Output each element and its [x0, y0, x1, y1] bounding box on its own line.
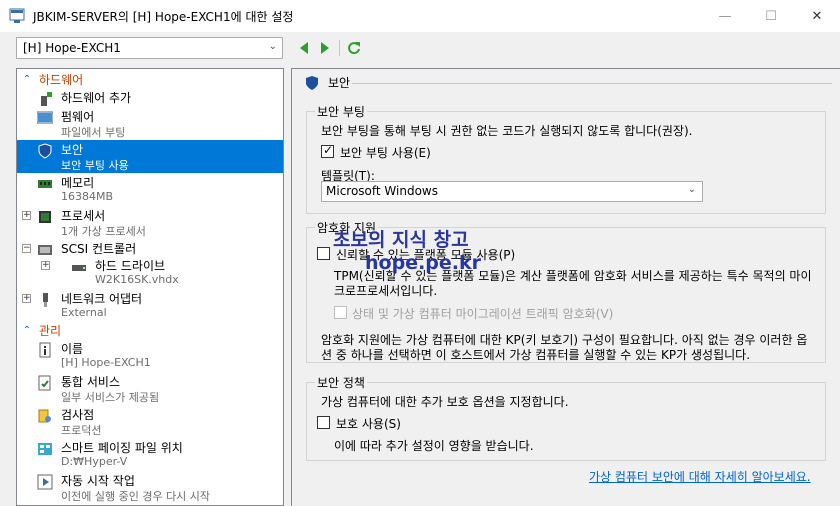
learn-more-link[interactable]: 가상 컴퓨터 보안에 대해 자세히 알아보세요.	[589, 468, 811, 485]
security-policy-group-label: 보안 정책	[315, 374, 367, 391]
tree-item-sublabel: External	[61, 306, 107, 319]
tree-item-label: 검사점	[61, 408, 95, 422]
window-title: JBKIM-SERVER의 [H] Hope-EXCH1에 대한 설정	[33, 9, 294, 24]
section-title-label: 보안	[328, 76, 351, 90]
watermark-line1: 초보의 지식 창고	[333, 229, 469, 251]
tree-item-label: 스마트 페이징 파일 위치	[61, 441, 183, 455]
tree-item-sublabel: 일부 서비스가 제공됨	[61, 391, 160, 404]
refresh-icon[interactable]	[345, 39, 363, 57]
collapse-icon: ⌃	[22, 324, 32, 336]
back-arrow-icon[interactable]	[295, 39, 313, 57]
hyperv-settings-icon	[9, 8, 25, 23]
management-header-label: 관리	[39, 324, 62, 338]
template-select[interactable]: Microsoft Windows ⌄	[321, 181, 703, 202]
tree-item-label: SCSI 컨트롤러	[61, 242, 137, 256]
tree-item-sublabel: 파일에서 부팅	[61, 126, 126, 139]
collapse-icon: ⌃	[22, 73, 32, 85]
tree-item-name[interactable]: 이름 [H] Hope-EXCH1	[17, 339, 283, 372]
tpm-description-line2: 크로프로세서입니다.	[334, 284, 438, 298]
tree-item-security[interactable]: 보안 보안 부팅 사용	[17, 140, 283, 173]
tree-item-label: 하드웨어 추가	[61, 91, 132, 105]
hard-drive-icon	[72, 265, 86, 271]
hardware-header-label: 하드웨어	[39, 73, 84, 87]
name-info-icon	[39, 342, 51, 358]
collapse-icon[interactable]: −	[22, 244, 31, 253]
tree-item-label: 하드 드라이브	[95, 259, 166, 273]
encrypt-traffic-checkbox-label[interactable]: 상태 및 가상 컴퓨터 마이그레이션 트래픽 암호화(V)	[352, 305, 613, 322]
close-button[interactable]: ✕	[794, 0, 840, 32]
tree-section-hardware[interactable]: ⌃ 하드웨어	[17, 71, 283, 88]
vm-selector-value: [H] Hope-EXCH1	[23, 41, 121, 55]
tree-item-memory[interactable]: 메모리 16384MB	[17, 173, 283, 206]
tree-item-scsi[interactable]: − SCSI 컨트롤러	[17, 239, 283, 256]
tree-item-sublabel: 이전에 실행 중인 경우 다시 시작	[61, 490, 211, 503]
watermark-line2: hope.pe.kr	[365, 252, 481, 274]
shielding-checkbox-label[interactable]: 보호 사용(S)	[336, 415, 401, 432]
tree-item-label: 프로세서	[61, 209, 106, 223]
chevron-down-icon: ⌄	[687, 184, 696, 195]
tree-item-label: 통합 서비스	[61, 375, 121, 389]
network-adapter-icon	[43, 293, 48, 307]
maximize-button[interactable]: ☐	[748, 0, 794, 32]
tree-item-sublabel: 1개 가상 프로세서	[61, 225, 146, 238]
tree-item-label: 네트워크 어댑터	[61, 292, 143, 306]
tree-item-sublabel: 16384MB	[61, 190, 114, 203]
shielding-checkbox[interactable]	[317, 416, 330, 429]
forward-arrow-icon[interactable]	[316, 39, 334, 57]
tree-item-add-hardware[interactable]: 하드웨어 추가	[17, 88, 283, 107]
add-hardware-icon	[41, 92, 52, 106]
title-bar: JBKIM-SERVER의 [H] Hope-EXCH1에 대한 설정 — ☐ …	[0, 0, 840, 32]
encrypt-traffic-checkbox[interactable]	[334, 306, 347, 319]
tree-item-hard-drive[interactable]: + 하드 드라이브 W2K16SK.vhdx	[17, 256, 283, 289]
shield-icon	[306, 75, 318, 90]
vm-selector[interactable]: [H] Hope-EXCH1 ⌄	[16, 37, 283, 59]
memory-icon	[38, 180, 52, 188]
tree-item-processor[interactable]: + 프로세서 1개 가상 프로세서	[17, 206, 283, 239]
tree-item-integration-services[interactable]: 통합 서비스 일부 서비스가 제공됨	[17, 372, 283, 405]
minimize-button[interactable]: —	[702, 0, 748, 32]
security-policy-description: 가상 컴퓨터에 대한 추가 보호 옵션을 지정합니다.	[321, 395, 569, 409]
tree-item-sublabel: D:₩Hyper-V	[61, 455, 128, 468]
template-select-value: Microsoft Windows	[326, 184, 438, 198]
secure-boot-description: 보안 부팅을 통해 부팅 시 권한 없는 코드가 실행되지 않도록 합니다(권장…	[321, 124, 693, 138]
settings-tree: ⌃ 하드웨어 하드웨어 추가 펌웨어 파일에서 부팅 보안 보안 부팅 사용 메…	[16, 68, 284, 506]
expand-icon[interactable]: +	[41, 261, 50, 270]
tree-item-label: 자동 시작 작업	[61, 474, 135, 488]
tpm-checkbox[interactable]	[317, 247, 330, 260]
vm-toolbar: [H] Hope-EXCH1 ⌄	[0, 32, 840, 66]
tree-section-management[interactable]: ⌃ 관리	[17, 322, 283, 339]
tree-item-checkpoints[interactable]: 검사점 프로덕션	[17, 405, 283, 438]
tree-item-smart-paging[interactable]: 스마트 페이징 파일 위치 D:₩Hyper-V	[17, 438, 283, 471]
shielding-note: 이에 따라 추가 설정이 영향을 받습니다.	[334, 439, 534, 453]
firmware-icon	[37, 111, 53, 124]
secure-boot-checkbox[interactable]	[321, 143, 334, 158]
tree-item-sublabel: 보안 부팅 사용	[61, 159, 129, 172]
tree-item-sublabel: 프로덕션	[61, 424, 102, 437]
integration-services-icon	[38, 375, 51, 391]
processor-icon	[39, 211, 51, 223]
tree-item-firmware[interactable]: 펌웨어 파일에서 부팅	[17, 107, 283, 140]
smart-paging-icon	[38, 443, 52, 455]
tree-item-label: 이름	[61, 342, 84, 356]
settings-detail-pane: 보안 보안 부팅 보안 부팅을 통해 부팅 시 권한 없는 코드가 실행되지 않…	[291, 68, 840, 506]
tree-item-label: 메모리	[61, 176, 95, 190]
chevron-down-icon: ⌄	[268, 41, 277, 52]
expand-icon[interactable]: +	[22, 211, 31, 220]
tree-item-automatic-start[interactable]: 자동 시작 작업 이전에 실행 중인 경우 다시 시작	[17, 471, 283, 504]
tree-item-sublabel: W2K16SK.vhdx	[95, 273, 179, 286]
tree-item-label: 펌웨어	[61, 110, 95, 124]
shield-icon	[38, 143, 52, 159]
section-divider	[352, 83, 832, 84]
tree-item-sublabel: [H] Hope-EXCH1	[61, 356, 151, 369]
checkpoint-icon	[38, 409, 51, 423]
secure-boot-group-label: 보안 부팅	[315, 103, 367, 120]
kp-description-line2: 션 중 하나를 선택하면 이 호스트에서 가상 컴퓨터를 실행할 수 있는 KP…	[321, 348, 751, 362]
tree-item-label: 보안	[61, 143, 84, 157]
automatic-start-icon	[37, 474, 53, 490]
secure-boot-checkbox-label[interactable]: 보안 부팅 사용(E)	[340, 144, 431, 161]
expand-icon[interactable]: +	[22, 294, 31, 303]
tree-item-network-adapter[interactable]: + 네트워크 어댑터 External	[17, 289, 283, 322]
section-title: 보안	[304, 74, 350, 91]
toolbar-divider	[339, 40, 340, 56]
